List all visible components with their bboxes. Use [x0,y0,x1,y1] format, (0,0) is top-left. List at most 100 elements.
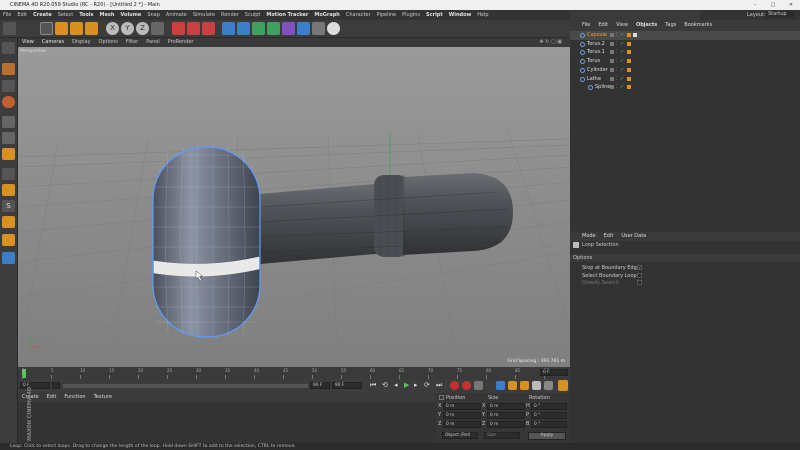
material-menu-texture[interactable]: Texture [90,393,116,402]
object-row[interactable]: Torus ⁚ ✓ [570,57,800,66]
maximize-icon[interactable]: □ [764,0,782,10]
edges-mode-icon[interactable] [2,132,15,144]
layout-selector[interactable]: Layout: Startup [700,10,800,20]
enable-axis-icon[interactable] [2,168,15,180]
visibility-dots-icon[interactable]: ⁚ [616,66,618,75]
max-frame-field[interactable]: 90 F [332,382,362,389]
layer-icon[interactable] [610,50,614,55]
coords-mode-dropdown[interactable]: Object (Rel) [442,432,478,439]
rotation-field[interactable]: 0 ° [531,403,567,410]
object-menu-view[interactable]: View [612,20,632,31]
object-row[interactable]: Torus.2 ⁚ ✓ [570,39,800,49]
visibility-dots-icon[interactable]: ⁚ [616,83,618,92]
enabled-check-icon[interactable]: ✓ [620,66,624,75]
rotation-field[interactable]: 0 ° [531,421,567,428]
visibility-dots-icon[interactable]: ⁚ [616,57,618,66]
render-settings-icon[interactable] [202,22,215,35]
render-picture-viewer-icon[interactable] [187,22,200,35]
size-field[interactable]: 0 m [487,412,525,419]
size-field[interactable]: 0 m [487,403,525,410]
attribute-menu-mode[interactable]: Mode [570,232,600,241]
viewport-perspective[interactable]: Perspective Grid Spacing : 393.701 m [18,47,570,367]
start-frame-field[interactable]: 0 F [20,382,50,389]
viewport-menu-filter[interactable]: Filter [122,38,142,47]
viewport-menu-view[interactable]: View [18,38,38,47]
option-checkbox[interactable] [637,280,642,285]
go-to-start-icon[interactable]: ⏮ [370,381,376,390]
option-checkbox[interactable] [637,272,642,278]
menu-file[interactable]: File [0,10,14,20]
scale-icon[interactable] [55,22,68,35]
tag-icon[interactable] [627,50,631,55]
texture-mode-icon[interactable] [2,80,15,92]
polygons-mode-icon[interactable] [2,148,15,160]
object-menu-tags[interactable]: Tags [661,20,680,31]
menu-select[interactable]: Select [55,10,76,20]
timeline-ruler[interactable]: 0510152025303540455055606570758085900 F [18,367,570,379]
model-mode-icon[interactable] [2,63,15,75]
menu-motion-tracker[interactable]: Motion Tracker [263,10,311,20]
enabled-check-icon[interactable]: ✓ [620,57,624,66]
rotation-field[interactable]: 0 ° [531,412,567,419]
record-keys-icon[interactable] [450,381,459,390]
layer-icon[interactable] [610,59,614,64]
layout-dropdown[interactable]: Startup [766,11,794,18]
object-menu-edit[interactable]: Edit [594,20,612,31]
material-menu-edit[interactable]: Edit [43,393,61,402]
previous-key-icon[interactable]: ⟲ [382,381,388,389]
make-editable-icon[interactable] [2,42,15,54]
object-name[interactable]: Torus [587,57,600,66]
object-row[interactable]: Torus.1 ⁚ ✓ [570,48,800,57]
visibility-dots-icon[interactable]: ⁚ [616,75,618,84]
parameter-key-icon[interactable] [532,381,541,390]
object-menu-bookmarks[interactable]: Bookmarks [680,20,716,31]
menu-window[interactable]: Window [446,10,474,20]
y-axis-icon[interactable]: Y [121,22,134,35]
tag-icon[interactable] [627,67,631,72]
layer-icon[interactable] [610,85,614,90]
menu-edit[interactable]: Edit [14,10,30,20]
move-tool-icon[interactable] [40,22,53,35]
enabled-check-icon[interactable]: ✓ [620,48,624,57]
frame-range-slider[interactable] [63,384,308,388]
next-key-icon[interactable]: ⟳ [424,381,430,389]
menu-snap[interactable]: Snap [144,10,163,20]
undo-icon[interactable] [3,22,16,35]
viewport-menu-prorender[interactable]: ProRender [164,38,198,47]
enabled-check-icon[interactable]: ✓ [620,31,624,40]
position-field[interactable]: 0 m [443,412,481,419]
deformer-icon[interactable] [282,22,295,35]
phong-tag-icon[interactable] [633,33,637,37]
menu-animate[interactable]: Animate [163,10,190,20]
pen-spline-icon[interactable] [237,22,250,35]
recent-tool-icon[interactable] [85,22,98,35]
menu-create[interactable]: Create [30,10,55,20]
viewport-menu-cameras[interactable]: Cameras [38,38,68,47]
attribute-menu-user-data[interactable]: User Data [617,232,650,241]
workplane-icon[interactable] [2,96,15,108]
enabled-check-icon[interactable]: ✓ [620,40,624,49]
apply-button[interactable]: Apply [528,432,566,440]
rotation-key-icon[interactable] [520,381,529,390]
current-frame-stepper[interactable] [52,382,60,389]
object-row[interactable]: Cylinder ⁚ ✓ [570,65,800,75]
previous-frame-icon[interactable]: ◂ [394,381,398,389]
layer-icon[interactable] [610,67,614,72]
camera-icon[interactable] [312,22,325,35]
tag-icon[interactable] [627,85,631,90]
z-axis-icon[interactable]: Z [136,22,149,35]
autokey-icon[interactable] [462,381,471,390]
object-name[interactable]: Torus.2 [587,40,605,49]
floor-icon[interactable] [297,22,310,35]
menu-tools[interactable]: Tools [76,10,96,20]
timeline-end-field[interactable]: 0 F [540,369,568,376]
position-key-icon[interactable] [496,381,505,390]
object-name[interactable]: Lathe [587,75,601,84]
visibility-dots-icon[interactable]: ⁚ [616,40,618,49]
minimize-icon[interactable]: – [746,0,764,10]
menu-plugins[interactable]: Plugins [399,10,423,20]
coordinate-system-icon[interactable] [151,22,164,35]
viewport-menu-display[interactable]: Display [68,38,94,47]
menu-mesh[interactable]: Mesh [97,10,118,20]
tag-icon[interactable] [627,59,631,64]
